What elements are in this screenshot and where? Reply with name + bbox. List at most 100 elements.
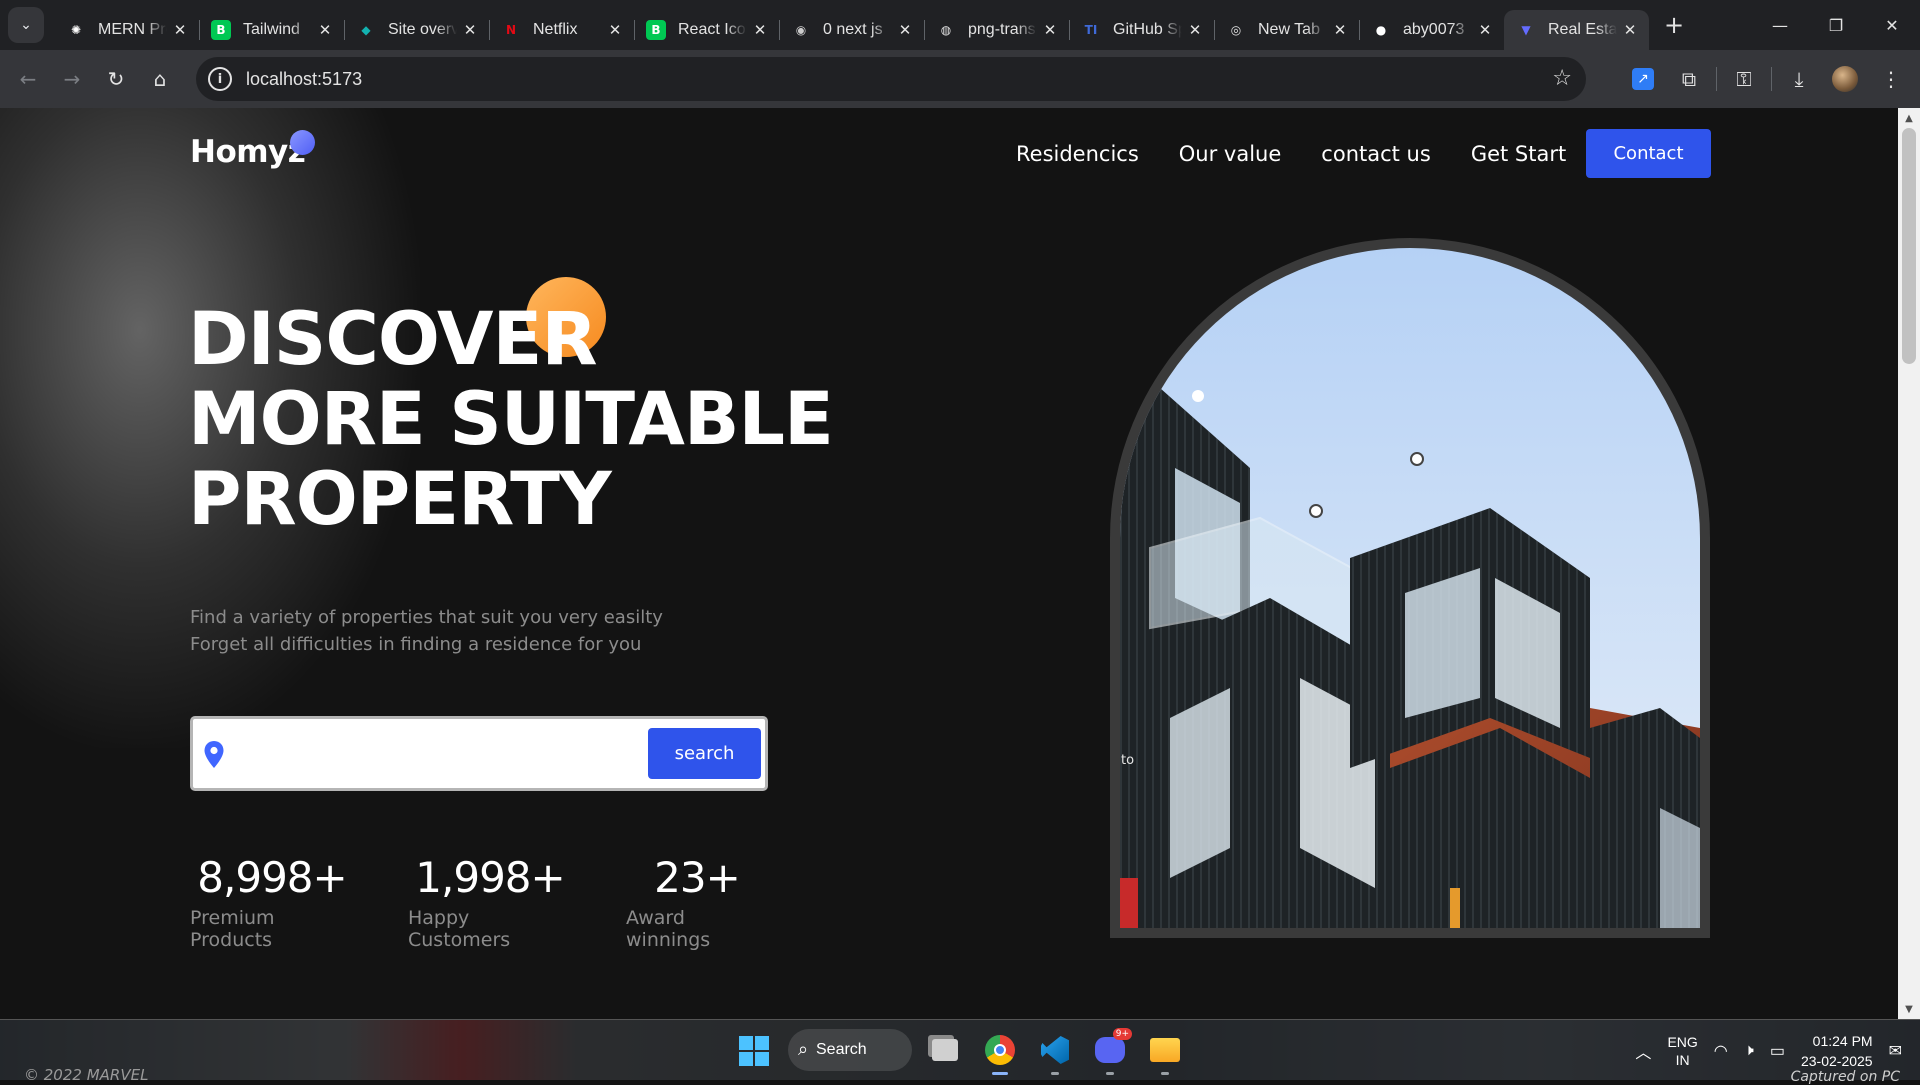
stat-label: Award winnings <box>626 907 711 951</box>
nav-residencics[interactable]: Residencics <box>1016 142 1139 166</box>
subtitle-line-1: Find a variety of properties that suit y… <box>190 607 663 628</box>
wallpaper-watermark: © 2022 MARVEL <box>24 1066 149 1084</box>
scroll-up-arrow-icon[interactable]: ▲ <box>1898 108 1920 128</box>
tab-search-chevron-icon[interactable]: ⌄ <box>8 7 44 43</box>
tab-title: React Icons <box>678 21 747 38</box>
page-scrollbar[interactable]: ▲ ▼ <box>1898 108 1920 1019</box>
tab-6[interactable]: ◍ png-transparent✕ <box>924 10 1069 50</box>
new-tab-button[interactable]: + <box>1659 10 1689 40</box>
nav-our-value[interactable]: Our value <box>1179 142 1282 166</box>
tab-close-icon[interactable]: ✕ <box>1041 21 1059 39</box>
toolbar-separator <box>1771 67 1772 91</box>
tab-close-icon[interactable]: ✕ <box>1186 21 1204 39</box>
search-icon: ⌕ <box>798 1039 809 1059</box>
running-app-indicator <box>1106 1072 1114 1075</box>
minimize-icon[interactable]: — <box>1752 0 1808 50</box>
tab-title: Real Estate <box>1548 21 1617 38</box>
tab-title: Tailwind <box>243 21 300 38</box>
search-button[interactable]: search <box>648 728 761 779</box>
vscode-taskbar-icon[interactable] <box>1035 1030 1075 1075</box>
tab-10[interactable]: ▼ Real Estate✕ <box>1504 10 1649 50</box>
forward-arrow-icon[interactable]: → <box>50 57 94 101</box>
hero-image-label: to <box>1121 753 1135 768</box>
tab-5[interactable]: ◉ 0 next js ✕ <box>779 10 924 50</box>
menu-kebab-icon[interactable]: ⋮ <box>1872 60 1910 98</box>
chrome-taskbar-icon[interactable] <box>980 1030 1020 1075</box>
scrollbar-thumb[interactable] <box>1902 128 1916 364</box>
file-explorer-taskbar-icon[interactable] <box>1145 1030 1185 1075</box>
restore-icon[interactable]: ❐ <box>1808 0 1864 50</box>
scroll-down-arrow-icon[interactable]: ▼ <box>1898 999 1920 1019</box>
tab-0[interactable]: ✺ MERN Project✕ <box>54 10 199 50</box>
contact-button[interactable]: Contact <box>1586 129 1711 178</box>
tab-close-icon[interactable]: ✕ <box>1621 21 1639 39</box>
tab-close-icon[interactable]: ✕ <box>606 21 624 39</box>
tab-7[interactable]: TI GitHub Sponsors✕ <box>1069 10 1214 50</box>
tab-2[interactable]: ◆ Site overview✕ <box>344 10 489 50</box>
tab-8[interactable]: ◎ New Tab ✕ <box>1214 10 1359 50</box>
url-text[interactable]: localhost:5173 <box>246 69 362 90</box>
windows-start-icon[interactable] <box>739 1036 769 1066</box>
tab-close-icon[interactable]: ✕ <box>316 21 334 39</box>
notification-badge: 9+ <box>1112 1028 1132 1040</box>
tab-close-icon[interactable]: ✕ <box>1476 21 1494 39</box>
tab-3[interactable]: N Netflix ✕ <box>489 10 634 50</box>
discord-taskbar-icon[interactable]: 9+ <box>1090 1028 1132 1075</box>
home-icon[interactable]: ⌂ <box>138 57 182 101</box>
site-logo[interactable]: Homyz <box>190 134 306 170</box>
back-arrow-icon[interactable]: ← <box>6 57 50 101</box>
tab-close-icon[interactable]: ✕ <box>171 21 189 39</box>
tab-title: 0 next js <box>823 21 883 38</box>
tab-1[interactable]: B Tailwind ✕ <box>199 10 344 50</box>
headline-line-2: MORE SUITABLE <box>188 377 834 462</box>
notifications-icon[interactable]: ✉ <box>1889 1041 1902 1061</box>
hero-headline: DISCOVER MORE SUITABLE PROPERTY <box>188 300 834 542</box>
window-controls: — ❐ ✕ <box>1752 0 1920 50</box>
extensions-puzzle-icon[interactable]: ⧉ <box>1670 60 1708 98</box>
bookmark-star-icon[interactable]: ☆ <box>1552 66 1572 91</box>
close-window-icon[interactable]: ✕ <box>1864 0 1920 50</box>
tab-title: GitHub Sponsors <box>1113 21 1182 38</box>
external-link-extension-icon[interactable]: ↗ <box>1624 60 1662 98</box>
tab-close-icon[interactable]: ✕ <box>461 21 479 39</box>
running-app-indicator <box>1051 1072 1059 1075</box>
downloads-icon[interactable]: ⤓ <box>1780 60 1818 98</box>
tab-close-icon[interactable]: ✕ <box>1331 21 1349 39</box>
battery-icon[interactable]: ▭ <box>1770 1041 1785 1061</box>
green-b-icon: B <box>211 20 231 40</box>
tab-title: New Tab <box>1258 21 1320 38</box>
task-view-icon[interactable] <box>925 1030 965 1070</box>
tab-close-icon[interactable]: ✕ <box>896 21 914 39</box>
windows-taskbar: © 2022 MARVEL ⌕ Search 9+ ︿ ENG IN ◠ 🕨 ▭ … <box>0 1019 1920 1085</box>
nav-contact-us[interactable]: contact us <box>1321 142 1431 166</box>
stat-value: 8,998+ <box>197 853 347 902</box>
headline-line-3: PROPERTY <box>188 457 612 542</box>
stat-award-winnings: 23+ Award winnings <box>626 853 768 951</box>
volume-muted-icon[interactable]: 🕨 <box>1744 1042 1754 1060</box>
password-key-icon[interactable]: ⚿ <box>1725 60 1763 98</box>
stat-label: Premium Products <box>190 907 275 951</box>
subtitle-line-2: Forget all difficulties in finding a res… <box>190 634 642 655</box>
language-code: ENG <box>1667 1033 1698 1050</box>
wifi-icon[interactable]: ◠ <box>1714 1041 1728 1061</box>
reload-icon[interactable]: ↻ <box>94 57 138 101</box>
main-nav: Residencics Our value contact us Get Sta… <box>1016 142 1566 166</box>
tab-close-icon[interactable]: ✕ <box>751 21 769 39</box>
browser-tab-bar: ⌄ ✺MERN Project✕BTailwind✕◆Site overview… <box>0 0 1920 50</box>
search-input[interactable] <box>239 729 659 779</box>
tab-title: aby0073 <box>1403 21 1465 38</box>
netflix-icon: N <box>505 23 517 37</box>
language-indicator[interactable]: ENG IN <box>1667 1033 1697 1069</box>
chrome-icon: ◎ <box>1230 23 1242 37</box>
tab-9[interactable]: ● aby0073 ✕ <box>1359 10 1504 50</box>
address-bar[interactable]: i localhost:5173 ☆ <box>196 57 1586 101</box>
show-hidden-icons-chevron-icon[interactable]: ︿ <box>1635 1039 1651 1063</box>
site-info-icon[interactable]: i <box>208 67 232 91</box>
tab-4[interactable]: B React Icons✕ <box>634 10 779 50</box>
nav-get-start[interactable]: Get Start <box>1471 142 1566 166</box>
clock[interactable]: 01:24 PM 23-02-2025 <box>1801 1031 1873 1071</box>
taskbar-search[interactable]: ⌕ Search <box>788 1029 912 1071</box>
active-app-indicator <box>992 1072 1008 1075</box>
stat-happy-customers: 1,998+ Happy Customers <box>408 853 572 951</box>
profile-avatar[interactable] <box>1826 60 1864 98</box>
